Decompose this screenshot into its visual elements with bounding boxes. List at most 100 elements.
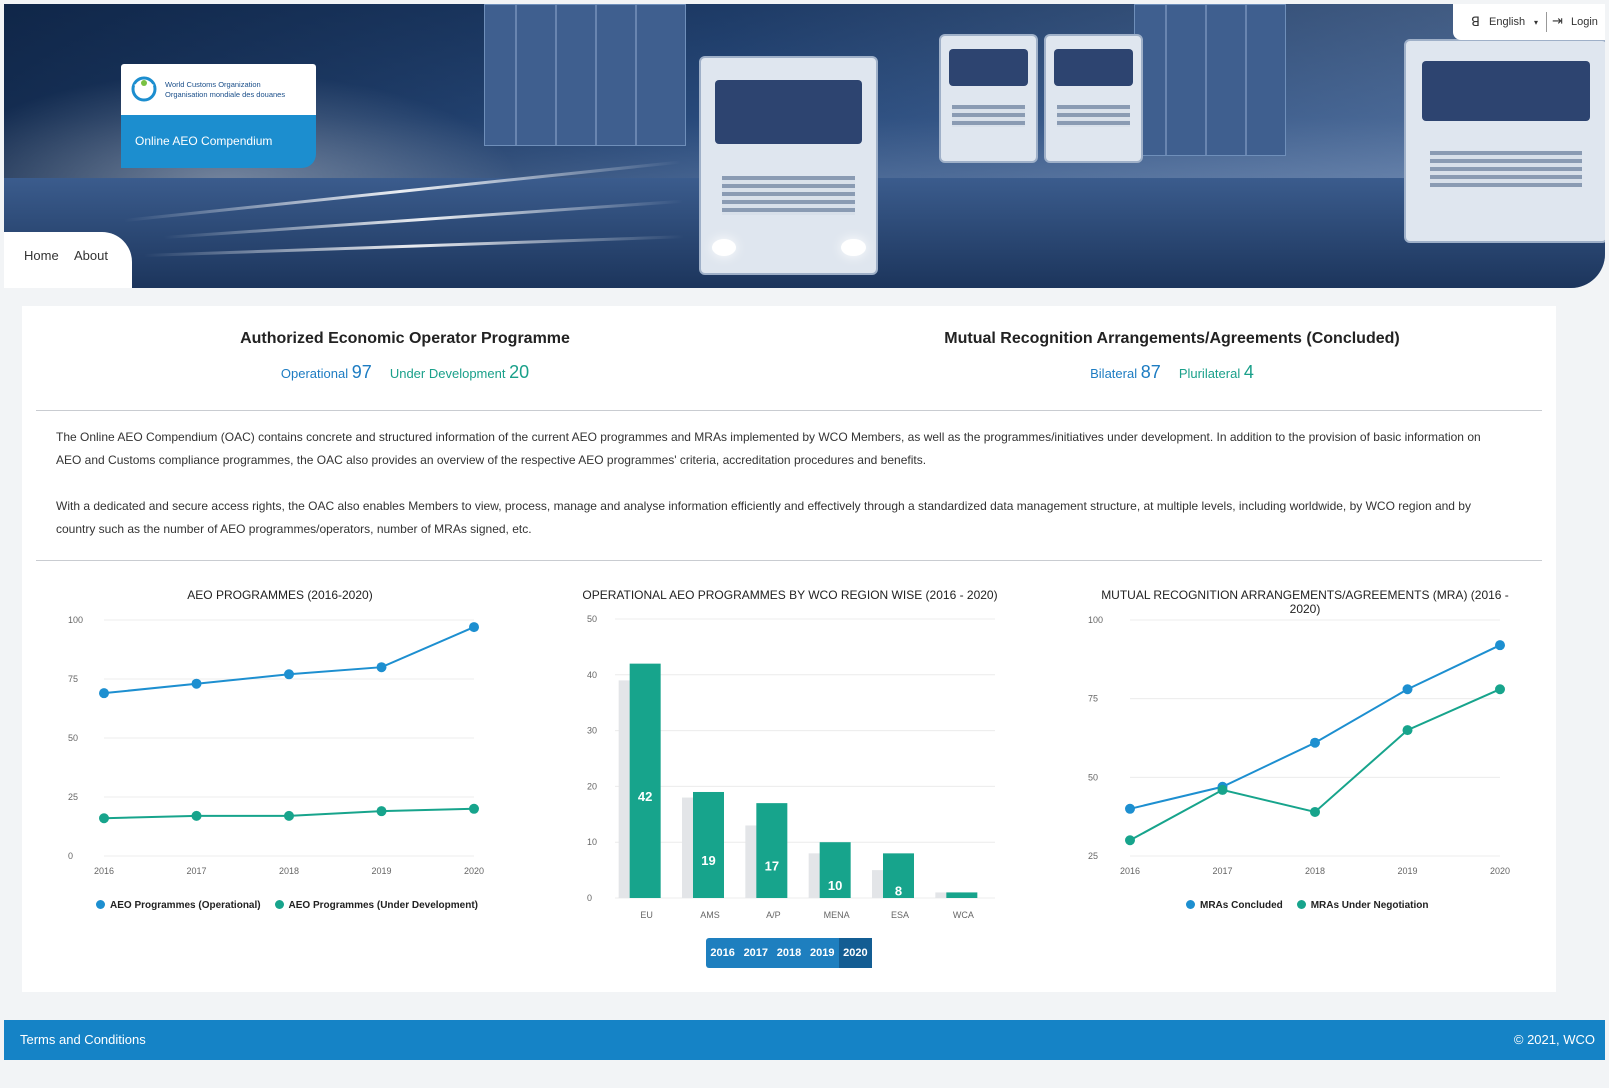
- under-development-count[interactable]: 20: [509, 362, 529, 382]
- chart-title-aeo-programmes: AEO PROGRAMMES (2016-2020): [187, 588, 373, 602]
- truck: [939, 34, 1038, 163]
- wco-logo-icon: [131, 76, 157, 102]
- series-line: [103, 626, 475, 695]
- truck: [1404, 39, 1605, 243]
- nav-home[interactable]: Home: [24, 248, 59, 263]
- data-label: 17: [765, 859, 779, 874]
- legend-item[interactable]: MRAs Concluded: [1186, 900, 1283, 911]
- x-tick-label: 2016: [1120, 866, 1140, 876]
- operational-label[interactable]: Operational: [281, 366, 348, 381]
- language-icon: ꓭ: [1471, 14, 1480, 29]
- bilateral-label[interactable]: Bilateral: [1090, 366, 1137, 381]
- plurilateral-count[interactable]: 4: [1244, 362, 1254, 382]
- top-utility-bar: ꓭ English ▾ ⇥ Login: [1453, 4, 1605, 40]
- year-tab-2018[interactable]: 2018: [772, 938, 805, 968]
- x-tick-label: 2018: [279, 866, 299, 876]
- year-tabs: 2016 2017 2018 2019 2020: [706, 938, 873, 968]
- data-point: [99, 813, 109, 824]
- legend-dot: [274, 900, 284, 909]
- bilateral-count[interactable]: 87: [1141, 362, 1161, 382]
- legend-item[interactable]: MRAs Under Negotiation: [1296, 900, 1429, 911]
- year-tab-2019[interactable]: 2019: [806, 938, 839, 968]
- x-tick-label: 2019: [1397, 866, 1417, 876]
- x-tick-label: WCA: [953, 910, 974, 920]
- data-point: [284, 810, 294, 821]
- operational-count[interactable]: 97: [352, 362, 372, 382]
- y-tick-label: 75: [1088, 694, 1098, 704]
- y-tick-label: 30: [587, 726, 597, 736]
- wco-logo-card[interactable]: World Customs Organization Organisation …: [121, 64, 316, 115]
- year-tab-2017[interactable]: 2017: [739, 938, 772, 968]
- aeo-programmes-line-chart: 0 25 50 75 100 2016 2017 2018 2019 2020: [68, 615, 484, 876]
- x-tick-label: 2018: [1305, 866, 1325, 876]
- x-tick-label: 2019: [371, 866, 391, 876]
- org-name-fr: Organisation mondiale des douanes: [165, 90, 286, 99]
- x-tick-label: 2020: [1490, 866, 1510, 876]
- org-name-en: World Customs Organization: [165, 80, 261, 89]
- language-selector[interactable]: English: [1489, 16, 1525, 28]
- divider: [36, 410, 1542, 411]
- data-point: [1402, 684, 1413, 695]
- year-tab-2016[interactable]: 2016: [706, 938, 739, 968]
- y-tick-label: 0: [587, 893, 592, 903]
- data-point: [376, 806, 387, 817]
- y-tick-label: 25: [68, 792, 78, 802]
- nav-about[interactable]: About: [74, 248, 108, 263]
- x-tick-label: 2017: [1212, 866, 1232, 876]
- legend-dot: [96, 900, 105, 909]
- shipping-container: [1134, 4, 1286, 156]
- mra-stat-line: Bilateral 87 Plurilateral 4: [922, 362, 1422, 383]
- year-tab-2020[interactable]: 2020: [838, 938, 873, 968]
- y-tick-label: 10: [587, 837, 597, 847]
- chevron-down-icon: ▾: [1534, 18, 1539, 27]
- data-label: 42: [638, 789, 652, 804]
- wco-logo-text: World Customs Organization Organisation …: [165, 80, 285, 100]
- legend-item[interactable]: AEO Programmes (Operational): [96, 900, 261, 911]
- login-link[interactable]: Login: [1571, 16, 1598, 28]
- data-label: 8: [895, 884, 902, 899]
- copyright: © 2021, WCO: [1513, 1032, 1595, 1047]
- data-point: [191, 678, 202, 689]
- data-label: 19: [701, 853, 715, 868]
- bar-value: [629, 663, 661, 898]
- y-tick-label: 50: [587, 614, 597, 624]
- data-point: [284, 669, 294, 680]
- app-title[interactable]: Online AEO Compendium: [121, 115, 316, 168]
- truck: [699, 56, 878, 275]
- y-tick-label: 20: [587, 781, 597, 791]
- divider: [1546, 12, 1547, 32]
- terms-link[interactable]: Terms and Conditions: [20, 1032, 146, 1047]
- data-point: [1310, 737, 1320, 748]
- y-tick-label: 100: [68, 615, 83, 625]
- data-point: [1125, 803, 1135, 814]
- legend-label: MRAs Under Negotiation: [1310, 900, 1429, 911]
- data-point: [1125, 835, 1135, 846]
- legend-label: AEO Programmes (Operational): [110, 900, 261, 911]
- chart-legend: MRAs Concluded MRAs Under Negotiation: [1186, 900, 1428, 911]
- footer: Terms and Conditions © 2021, WCO: [4, 1020, 1605, 1060]
- y-tick-label: 0: [68, 851, 73, 861]
- main-nav: Home About: [4, 232, 132, 288]
- y-tick-label: 50: [68, 733, 78, 743]
- aeo-stat-line: Operational 97 Under Development 20: [172, 362, 638, 383]
- series-line: [1129, 688, 1501, 842]
- y-tick-label: 40: [587, 670, 597, 680]
- y-tick-label: 50: [1088, 772, 1098, 782]
- region-wise-bar-chart: 0 10 20 30 40 50 42 EU 19 AMS 17 A/P 10 MENA 8 ESA WCA: [587, 614, 995, 920]
- series-line: [1129, 644, 1501, 810]
- truck: [1044, 34, 1143, 163]
- legend-label: AEO Programmes (Under Development): [288, 900, 479, 911]
- under-development-label[interactable]: Under Development: [390, 366, 506, 381]
- y-tick-label: 25: [1088, 851, 1098, 861]
- bar-value: [756, 803, 788, 898]
- description-paragraph: With a dedicated and secure access right…: [56, 499, 1471, 536]
- legend-dot: [1296, 900, 1306, 909]
- chart-title-region-wise: OPERATIONAL AEO PROGRAMMES BY WCO REGION…: [582, 588, 998, 602]
- data-label: 10: [828, 878, 842, 893]
- legend-item[interactable]: AEO Programmes (Under Development): [274, 900, 479, 911]
- legend-label: MRAs Concluded: [1200, 900, 1283, 911]
- legend-dot: [1186, 900, 1195, 909]
- login-icon: ⇥: [1552, 13, 1563, 28]
- data-point: [99, 688, 109, 699]
- plurilateral-label[interactable]: Plurilateral: [1179, 366, 1240, 381]
